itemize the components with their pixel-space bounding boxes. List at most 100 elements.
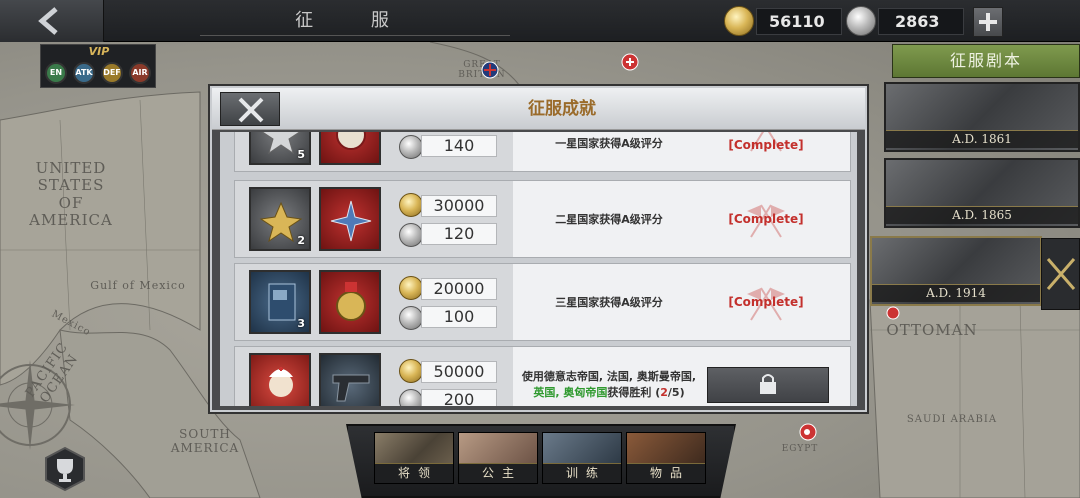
nurse-portrait-icon — [269, 367, 293, 397]
silver-coin-icon — [846, 6, 876, 36]
gold-amount: 56110 — [756, 8, 842, 35]
book-reward-tile: 3 — [249, 270, 311, 334]
achievement-row: 3 20000 100 三星国家获得A级评分 [Complete] — [234, 263, 851, 341]
silver-reward-amount: 120 — [421, 223, 497, 245]
vip-badge-4: AIR — [129, 62, 151, 84]
locked-claim-button[interactable] — [707, 367, 829, 403]
conquest-playbook-button[interactable]: 征服剧本 — [892, 44, 1080, 78]
back-button[interactable] — [0, 0, 104, 42]
gold-star-medal-tile: 2 — [249, 187, 311, 251]
close-button[interactable] — [220, 92, 280, 126]
pistol-reward-tile — [319, 353, 381, 406]
generals-image — [375, 433, 453, 463]
vip-badge-3: DEF — [101, 62, 123, 84]
gold-coin-icon — [724, 6, 754, 36]
medal-reward-tile — [319, 187, 381, 251]
trophy-icon — [45, 446, 85, 492]
nurse-general-tile — [249, 353, 311, 406]
training-label: 训练 — [543, 463, 621, 483]
silver-coin-icon — [399, 306, 423, 330]
silver-reward-amount: 100 — [421, 306, 497, 328]
back-arrow-icon — [38, 7, 58, 35]
gold-medal-icon — [336, 282, 366, 321]
achievement-status: [Complete] — [728, 138, 804, 152]
era-card-1861[interactable]: A.D. 1861 — [884, 82, 1080, 152]
gold-reward-amount: 50000 — [421, 361, 497, 383]
gold-coin-icon — [399, 359, 423, 383]
items-button[interactable]: 物品 — [626, 432, 706, 484]
medal-reward-tile — [319, 270, 381, 334]
achievement-description: 使用德意志帝国, 法国, 奥斯曼帝国, 英国, 奥匈帝国获得胜利 (2/5) — [513, 347, 705, 406]
achievement-description: 三星国家获得A级评分 — [555, 296, 663, 309]
turkey-flag-icon — [799, 423, 817, 441]
achievement-description: 一星国家获得A级评分 — [555, 137, 663, 150]
silver-amount: 2863 — [878, 8, 964, 35]
dialog-title: 征服成就 — [528, 99, 596, 119]
generals-label: 将领 — [375, 463, 453, 483]
vip-badge-1: EN — [45, 62, 67, 84]
achievement-row: 2 30000 120 二星国家获得A级评分 [Complete] — [234, 180, 851, 258]
vip-panel[interactable]: VIP EN ATK DEF AIR — [40, 44, 156, 88]
vip-badge-2: ATK — [73, 62, 95, 84]
lock-icon — [760, 374, 776, 394]
bottom-dock: 将领 公主 训练 物品 — [346, 424, 736, 498]
crossed-swords-button[interactable] — [1041, 238, 1080, 310]
top-bar: 征 服 56110 2863 — [0, 0, 1080, 42]
progress-total: /5 — [667, 386, 680, 399]
silver-coin-icon — [399, 135, 423, 159]
achievement-status: [Complete] — [728, 295, 804, 309]
order-medal-icon — [336, 132, 366, 150]
gold-coin-icon — [399, 276, 423, 300]
conquest-achievements-dialog: 征服成就 5 140 一星国家获得A级评分 [Complete] 2 30000… — [210, 86, 867, 412]
reward-count: 3 — [297, 317, 305, 330]
era-card-1865[interactable]: A.D. 1865 — [884, 158, 1080, 228]
silver-coin-icon — [399, 389, 423, 406]
princess-image — [459, 433, 537, 463]
vip-label: VIP — [88, 45, 110, 58]
trophy-button[interactable] — [44, 446, 86, 492]
generals-button[interactable]: 将领 — [374, 432, 454, 484]
page-title: 征 服 — [200, 6, 510, 36]
desc-line-1: 使用德意志帝国, 法国, 奥斯曼帝国, — [521, 370, 697, 383]
cross-medal-icon — [330, 200, 372, 242]
desc-highlight: 英国, 奥匈帝国 — [533, 386, 608, 399]
training-image — [543, 433, 621, 463]
britain-flag-icon — [481, 61, 499, 79]
medal-reward-tile — [319, 132, 381, 165]
desc-line-2: 英国, 奥匈帝国获得胜利 (2/5) — [533, 385, 684, 401]
reward-count: 5 — [297, 148, 305, 161]
ottoman-flag-icon — [886, 306, 900, 320]
pistol-icon — [332, 374, 370, 402]
achievement-list[interactable]: 5 140 一星国家获得A级评分 [Complete] 2 30000 120 — [220, 132, 857, 406]
items-label: 物品 — [627, 463, 705, 483]
era-card-1914[interactable]: A.D. 1914 — [870, 236, 1042, 306]
era-label-1865: A.D. 1865 — [886, 206, 1078, 224]
swiss-flag-icon — [621, 53, 639, 71]
achievement-description: 二星国家获得A级评分 — [555, 213, 663, 226]
gold-reward-amount: 20000 — [421, 278, 497, 300]
princess-label: 公主 — [459, 463, 537, 483]
items-image — [627, 433, 705, 463]
princess-button[interactable]: 公主 — [458, 432, 538, 484]
reward-count: 2 — [297, 234, 305, 247]
crossed-swords-icon — [1046, 258, 1076, 290]
desc-mid: 获得胜利 ( — [607, 386, 661, 399]
dialog-header: 征服成就 — [212, 88, 865, 130]
progress-current: 2 — [660, 386, 668, 399]
silver-reward-amount: 200 — [421, 389, 497, 406]
gold-coin-icon — [399, 193, 423, 217]
close-icon — [238, 97, 264, 123]
era-label-1861: A.D. 1861 — [886, 130, 1078, 148]
gold-reward-amount: 30000 — [421, 195, 497, 217]
achievement-status: [Complete] — [728, 212, 804, 226]
silver-star-medal-tile: 5 — [249, 132, 311, 165]
add-currency-button[interactable] — [973, 7, 1003, 37]
silver-coin-icon — [399, 223, 423, 247]
era-label-1914: A.D. 1914 — [872, 284, 1040, 302]
achievement-row: 50000 200 使用德意志帝国, 法国, 奥斯曼帝国, 英国, 奥匈帝国获得… — [234, 346, 851, 406]
desc-end: ) — [679, 386, 685, 399]
achievement-row: 5 140 一星国家获得A级评分 [Complete] — [234, 132, 851, 172]
plus-icon — [979, 13, 997, 31]
silver-reward-amount: 140 — [421, 135, 497, 157]
training-button[interactable]: 训练 — [542, 432, 622, 484]
